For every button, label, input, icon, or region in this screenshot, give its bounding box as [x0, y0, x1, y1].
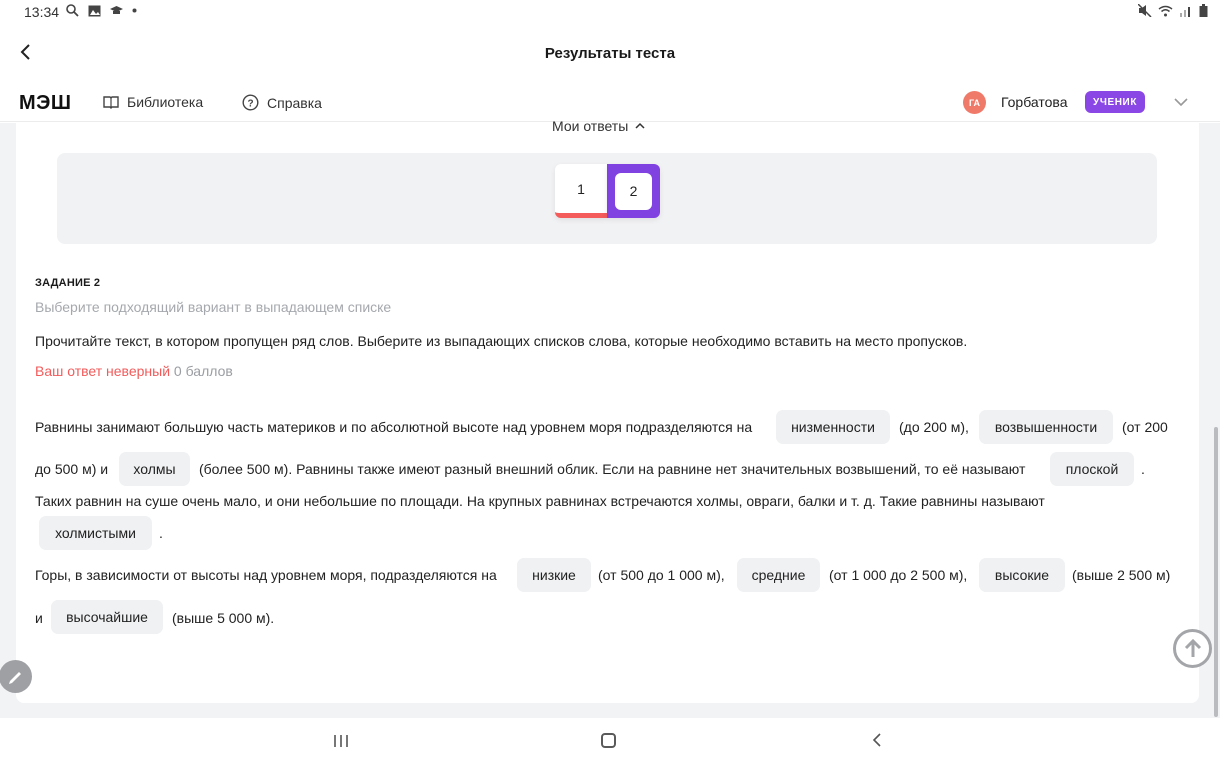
help-circle-icon: ?	[242, 94, 259, 111]
system-nav-bar	[0, 718, 1220, 763]
dropdown-medium[interactable]: средние	[737, 558, 820, 592]
paragraph1-text-7: Таких равнин на суше очень мало, и они н…	[35, 493, 1045, 509]
task-hint: Выберите подходящий вариант в выпадающем…	[35, 299, 392, 315]
recents-icon[interactable]	[333, 733, 349, 749]
task-instructions: Прочитайте текст, в котором пропущен ряд…	[35, 333, 968, 349]
dropdown-hilly[interactable]: холмистыми	[39, 516, 152, 550]
result-line: Ваш ответ неверный 0 баллов	[35, 363, 233, 379]
dropdown-highest[interactable]: высочайшие	[51, 600, 163, 634]
answer-number: 2	[615, 172, 652, 210]
scroll-to-top-button[interactable]	[1173, 629, 1212, 668]
chevron-up-icon	[635, 122, 645, 129]
page-title: Результаты теста	[544, 45, 676, 62]
graduation-cap-icon	[110, 5, 123, 14]
nav-help-label: Справка	[267, 94, 322, 111]
result-score: 0 баллов	[173, 363, 233, 379]
avatar[interactable]: ГА	[963, 91, 986, 114]
dropdown-lowlands[interactable]: низменности	[776, 410, 890, 444]
signal-icon	[1180, 6, 1190, 17]
user-name[interactable]: Горбатова	[1001, 94, 1068, 110]
dropdown-high[interactable]: высокие	[979, 558, 1065, 592]
task-label: ЗАДАНИЕ 2	[35, 277, 101, 289]
dropdown-hills[interactable]: холмы	[119, 452, 190, 486]
search-icon	[66, 4, 79, 17]
paragraph1-text-5: (более 500 м). Равнины также имеют разны…	[199, 461, 1026, 477]
mute-icon	[1138, 4, 1152, 17]
site-header: МЭШ Библиотека ? Справка ГА Горбатова УЧ…	[0, 82, 1220, 122]
dropdown-uplands[interactable]: возвышенности	[979, 410, 1113, 444]
my-answers-label: Мои ответы	[552, 118, 629, 134]
scrollbar[interactable]	[1214, 427, 1218, 717]
paragraph1-text-8: .	[159, 525, 163, 541]
chevron-down-icon[interactable]	[1172, 94, 1190, 110]
edit-button[interactable]	[0, 660, 32, 693]
my-answers-toggle[interactable]: Мои ответы	[552, 118, 646, 134]
paragraph1-text-1: Равнины занимают большую часть материков…	[35, 419, 753, 435]
wifi-icon	[1158, 5, 1173, 16]
result-wrong: Ваш ответ неверный	[35, 363, 171, 379]
paragraph2-text-6: (выше 5 000 м).	[172, 610, 275, 626]
nav-library-label: Библиотека	[127, 94, 204, 110]
gallery-icon	[88, 5, 101, 16]
paragraph1-text-4: до 500 м) и	[35, 461, 109, 477]
paragraph2-text-5: и	[35, 610, 43, 626]
paragraph1-text-6: .	[1141, 461, 1145, 477]
answer-number: 1	[577, 180, 585, 197]
paragraph2-text-2: (от 500 до 1 000 м),	[598, 567, 725, 583]
dot-icon	[132, 8, 137, 13]
paragraph2-text-4: (выше 2 500 м)	[1072, 567, 1171, 583]
battery-icon	[1199, 4, 1208, 17]
nav-help[interactable]: ? Справка	[242, 94, 322, 111]
answer-item-2[interactable]: 2	[607, 164, 660, 218]
logo[interactable]: МЭШ	[19, 92, 72, 115]
paragraph2-text-3: (от 1 000 до 2 500 м),	[829, 567, 968, 583]
book-icon	[103, 96, 119, 109]
answer-item-1[interactable]: 1	[555, 164, 607, 218]
status-bar: 13:34	[0, 0, 1220, 24]
status-time: 13:34	[24, 4, 60, 20]
dropdown-low[interactable]: низкие	[517, 558, 591, 592]
nav-back-icon[interactable]	[870, 732, 884, 748]
paragraph2-text-1: Горы, в зависимости от высоты над уровне…	[35, 567, 497, 583]
paragraph1-text-3: (от 200	[1122, 419, 1168, 435]
paragraph1-text-2: (до 200 м),	[899, 419, 969, 435]
nav-library[interactable]: Библиотека	[103, 94, 203, 110]
role-badge: УЧЕНИК	[1085, 91, 1146, 113]
home-icon[interactable]	[601, 733, 616, 748]
arrow-up-icon	[1184, 638, 1201, 657]
app-bar: Результаты теста	[0, 24, 1220, 82]
svg-text:?: ?	[247, 99, 253, 110]
dropdown-flat[interactable]: плоской	[1050, 452, 1134, 486]
pencil-icon	[8, 671, 21, 684]
